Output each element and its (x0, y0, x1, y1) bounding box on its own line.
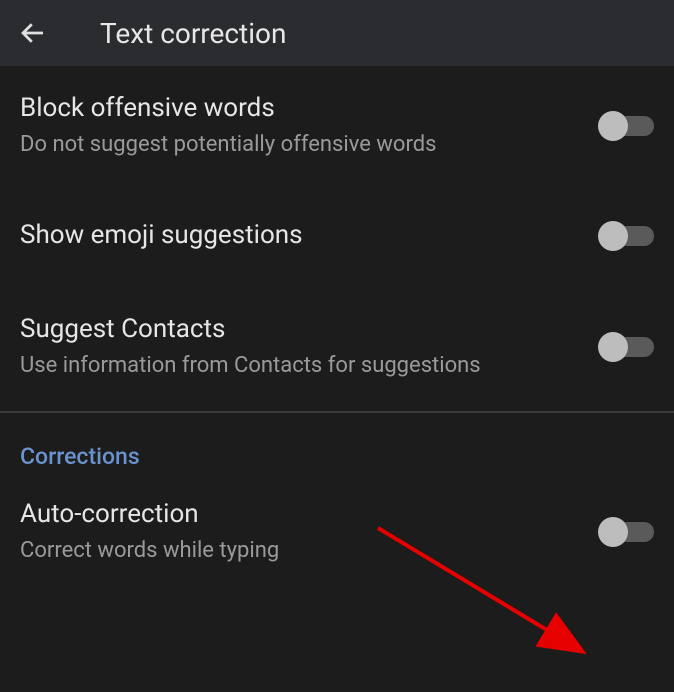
setting-subtitle: Use information from Contacts for sugges… (20, 351, 578, 381)
toggle-emoji-suggestions[interactable] (598, 224, 654, 248)
setting-title: Block offensive words (20, 92, 578, 126)
setting-auto-correction[interactable]: Auto-correction Correct words while typi… (0, 482, 674, 581)
settings-list: Block offensive words Do not suggest pot… (0, 66, 674, 581)
page-title: Text correction (100, 17, 286, 50)
setting-text: Show emoji suggestions (20, 219, 598, 253)
toggle-block-offensive[interactable] (598, 114, 654, 138)
toggle-thumb (598, 332, 628, 362)
section-header-corrections: Corrections (0, 413, 674, 482)
setting-text: Suggest Contacts Use information from Co… (20, 313, 598, 380)
setting-title: Show emoji suggestions (20, 219, 578, 253)
setting-emoji-suggestions[interactable]: Show emoji suggestions (0, 203, 674, 269)
toggle-thumb (598, 111, 628, 141)
toggle-thumb (598, 221, 628, 251)
setting-block-offensive[interactable]: Block offensive words Do not suggest pot… (0, 76, 674, 175)
setting-text: Auto-correction Correct words while typi… (20, 498, 598, 565)
setting-title: Suggest Contacts (20, 313, 578, 347)
app-header: Text correction (0, 0, 674, 66)
toggle-thumb (598, 517, 628, 547)
setting-title: Auto-correction (20, 498, 578, 532)
toggle-suggest-contacts[interactable] (598, 335, 654, 359)
back-arrow-icon[interactable] (18, 18, 48, 48)
setting-text: Block offensive words Do not suggest pot… (20, 92, 598, 159)
toggle-auto-correction[interactable] (598, 520, 654, 544)
setting-subtitle: Do not suggest potentially offensive wor… (20, 130, 578, 160)
setting-suggest-contacts[interactable]: Suggest Contacts Use information from Co… (0, 297, 674, 396)
setting-subtitle: Correct words while typing (20, 536, 578, 566)
